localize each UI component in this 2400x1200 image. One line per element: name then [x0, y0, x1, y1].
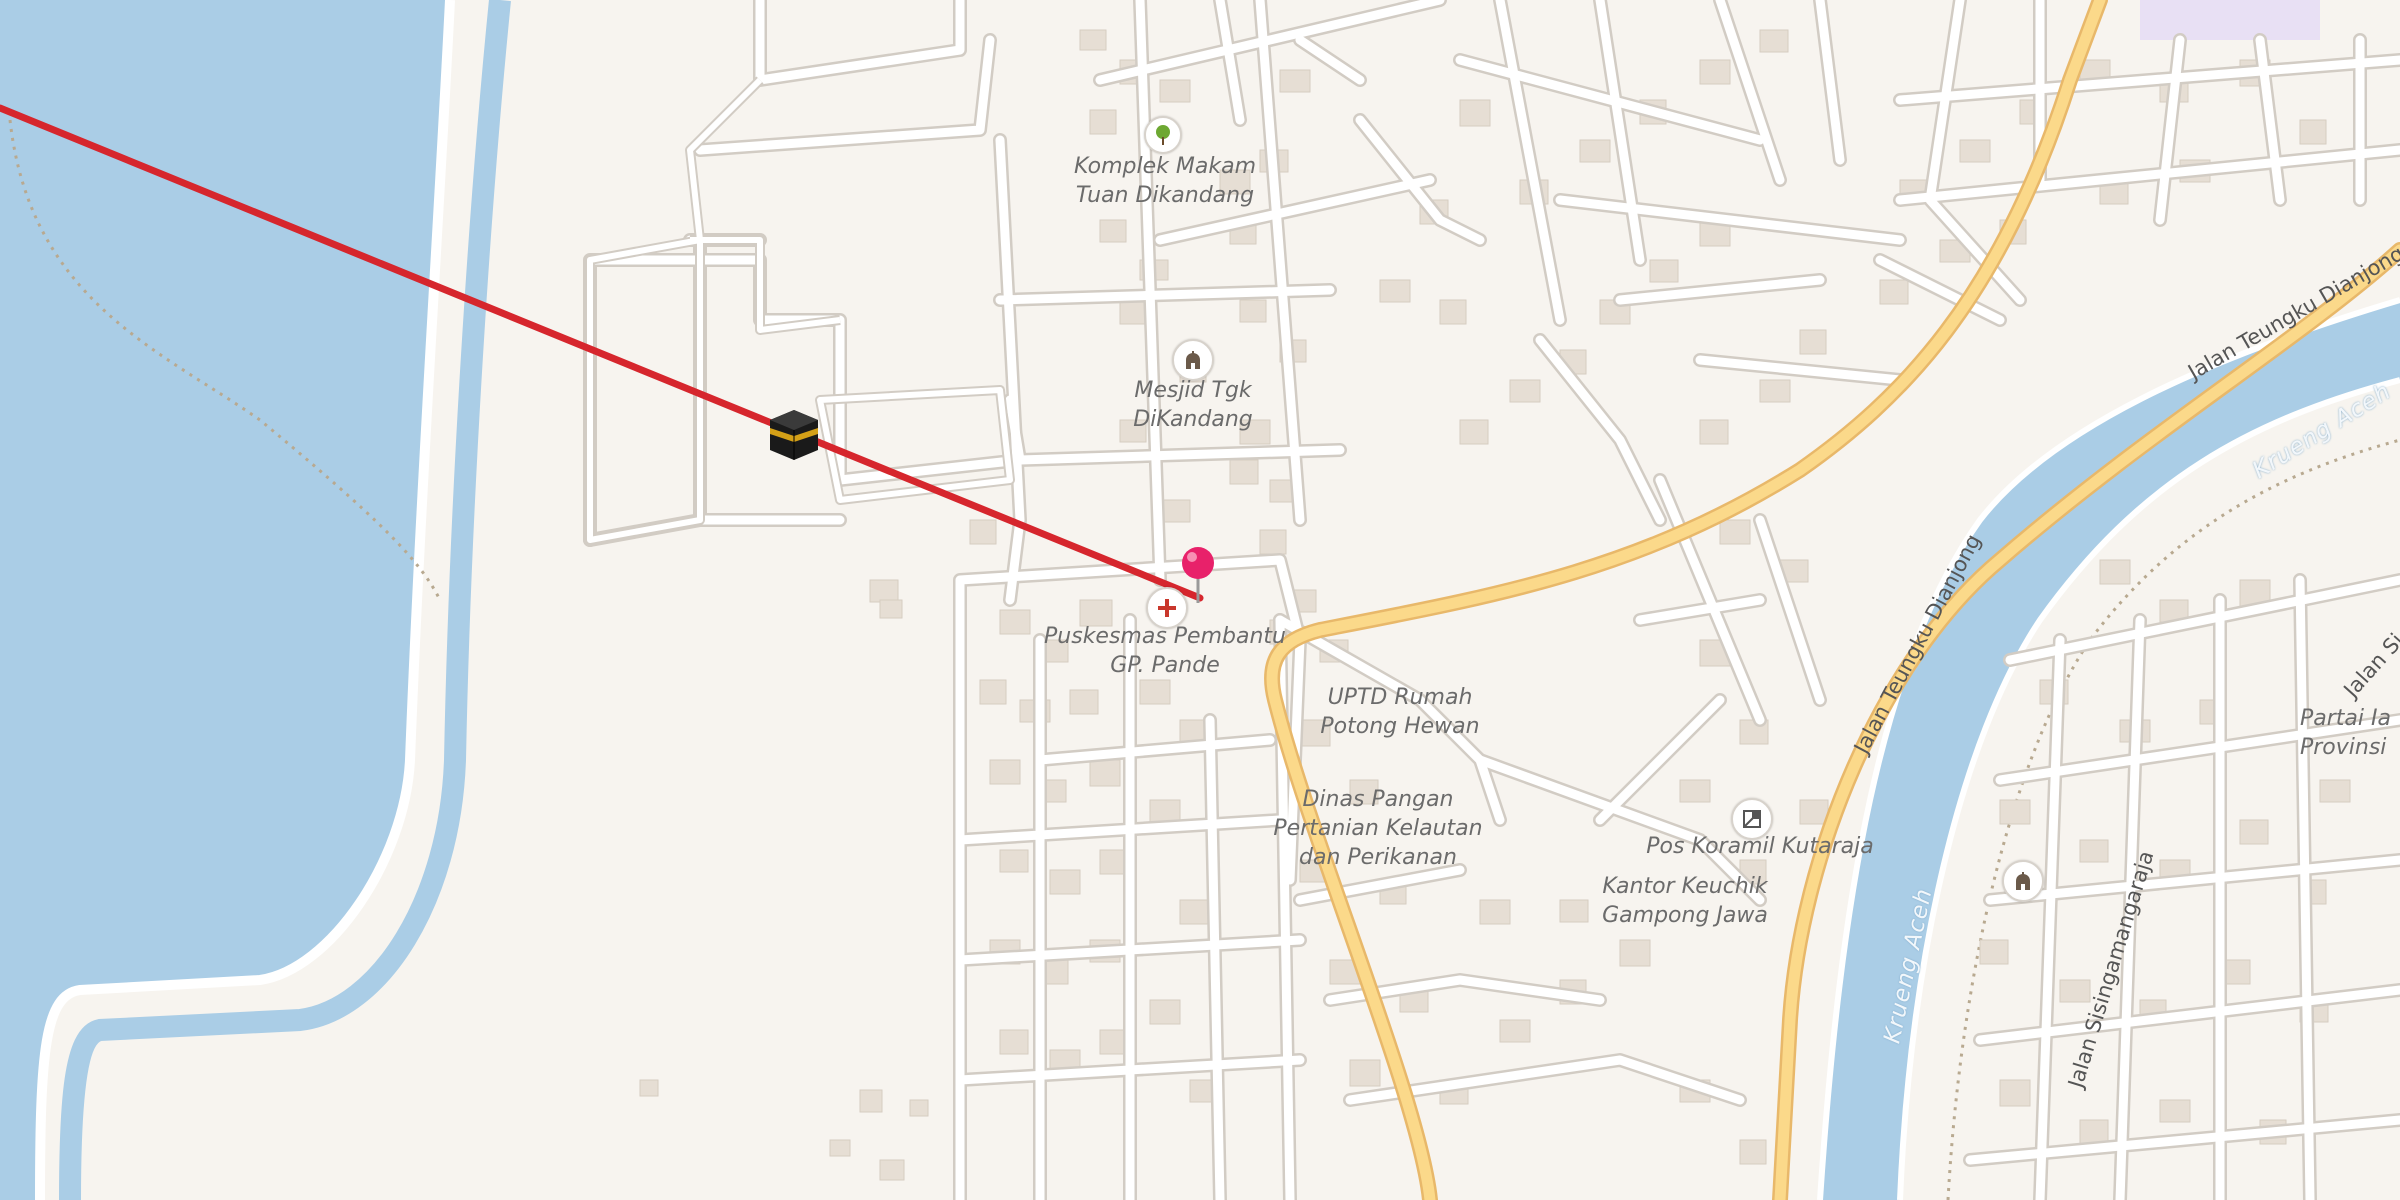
label-kantor-keuchik[interactable]: Kantor Keuchik Gampong Jawa — [1580, 872, 1790, 930]
label-komplek-makam[interactable]: Komplek Makam Tuan Dikandang — [1060, 152, 1270, 210]
label-puskesmas[interactable]: Puskesmas Pembantu GP. Pande — [1040, 622, 1290, 680]
mosque-icon[interactable] — [1172, 339, 1214, 381]
label-uptd[interactable]: UPTD Rumah Potong Hewan — [1300, 683, 1500, 741]
label-pos-koramil[interactable]: Pos Koramil Kutaraja — [1640, 832, 1880, 861]
label-partai[interactable]: Partai Ia Provinsi — [2300, 704, 2400, 762]
tree-icon[interactable] — [1144, 116, 1182, 154]
label-dinas[interactable]: Dinas Pangan Pertanian Kelautan dan Peri… — [1260, 785, 1496, 872]
kaaba-icon[interactable] — [766, 406, 822, 462]
location-pin-icon[interactable] — [1180, 545, 1216, 605]
map-canvas[interactable]: Komplek Makam Tuan Dikandang Mesjid Tgk … — [0, 0, 2400, 1200]
mosque-icon[interactable] — [2002, 860, 2044, 902]
label-mesjid[interactable]: Mesjid Tgk DiKandang — [1093, 376, 1293, 434]
